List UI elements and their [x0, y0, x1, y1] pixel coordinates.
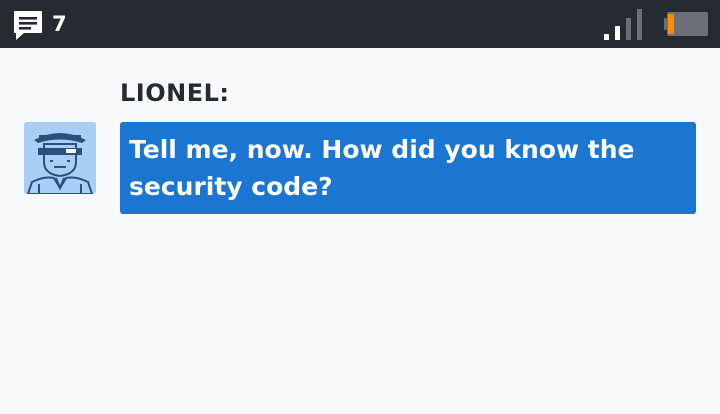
dialogue-panel: LIONEL: Tell me, now. How did you know t…: [0, 48, 720, 414]
signal-strength-icon: [604, 9, 642, 40]
battery-low-icon: [664, 12, 708, 36]
speaker-avatar: [24, 122, 96, 194]
dialogue-text: Tell me, now. How did you know the secur…: [129, 135, 635, 201]
dialogue-bubble[interactable]: Tell me, now. How did you know the secur…: [120, 122, 696, 214]
lionel-portrait-icon: [24, 122, 96, 194]
message-count: 7: [52, 12, 67, 36]
speaker-name: LIONEL:: [120, 79, 230, 107]
message-icon[interactable]: [12, 9, 44, 41]
status-bar: 7: [0, 0, 720, 48]
